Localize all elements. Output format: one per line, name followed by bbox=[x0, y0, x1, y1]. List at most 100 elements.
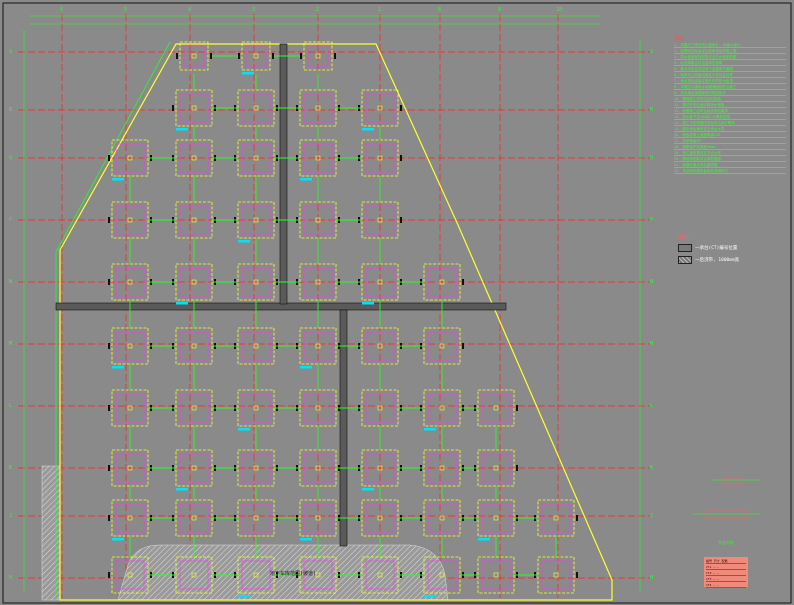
column-axis-label: 8 bbox=[438, 7, 442, 13]
footing-tick bbox=[334, 53, 336, 59]
footing-tick bbox=[576, 515, 578, 521]
footing-tick bbox=[516, 465, 518, 471]
footing-tag bbox=[362, 128, 374, 131]
solid-swatch-icon bbox=[678, 243, 692, 252]
detail-label: 节点大样 bbox=[718, 540, 734, 545]
footing-tag bbox=[424, 428, 436, 431]
row-axis-label-right: M bbox=[650, 341, 654, 347]
post-pour-strip-left bbox=[41, 465, 61, 601]
note-line: 11. 基坑开挖应做好降排水措施 bbox=[674, 103, 786, 108]
column-axis-label: 5 bbox=[124, 7, 128, 13]
table-row: CT2 — — bbox=[706, 571, 746, 576]
row-axis-label-right: L bbox=[650, 403, 654, 409]
footing-tick bbox=[400, 155, 402, 161]
footing-tag bbox=[362, 302, 374, 305]
footing-tag bbox=[238, 595, 250, 598]
footing-tick bbox=[238, 53, 240, 59]
footing-tick bbox=[300, 53, 302, 59]
footing-tick bbox=[400, 105, 402, 111]
footing-tick bbox=[462, 343, 464, 349]
row-axis-label: H bbox=[9, 575, 13, 581]
footing-tag bbox=[300, 366, 312, 369]
footing-tick bbox=[108, 343, 110, 349]
table-row: 编号 尺寸 配筋 bbox=[706, 559, 746, 564]
hatch-swatch-icon bbox=[678, 255, 692, 264]
note-line: 5. 集水坑定位详见地下室建筑平面图 bbox=[674, 67, 786, 72]
legend-item-post-pour: 一后浇带, 1800mm宽 bbox=[678, 255, 740, 264]
note-line: 3. 防水板厚度及配筋详见防水板配筋图 bbox=[674, 55, 786, 60]
footing-tag bbox=[478, 538, 490, 541]
footing-tick bbox=[108, 217, 110, 223]
general-notes: 说明: 1. 本图尺寸单位均以毫米计, 标高以米计 2. 柱基础顶标高详见各单体结… bbox=[674, 36, 786, 226]
row-axis-label-right: Q bbox=[650, 155, 654, 161]
footing-tick bbox=[400, 217, 402, 223]
row-axis-label: J bbox=[9, 513, 13, 519]
note-line: 14. 施工中如有疑问请及时与设计联系 bbox=[674, 121, 786, 126]
footing-tag bbox=[300, 178, 312, 181]
notes-title: 说明: bbox=[674, 36, 688, 42]
column-axis-label: 4 bbox=[188, 7, 192, 13]
row-axis-label: R bbox=[9, 107, 13, 113]
footing-tick bbox=[462, 279, 464, 285]
note-line: 20. 基础梁配筋详见梁配筋图 bbox=[674, 157, 786, 162]
footing-tag bbox=[362, 488, 374, 491]
footing-tick bbox=[172, 105, 174, 111]
note-line: 6. 地梁未注明者均居柱中或与柱边齐 bbox=[674, 73, 786, 78]
footing-tick bbox=[108, 405, 110, 411]
note-line: 16. 底板混凝土强度等级C35 bbox=[674, 133, 786, 138]
parking-zone-label: 地下车库范围(坡道) bbox=[270, 571, 317, 577]
pile-cap-table: 编号 尺寸 配筋 CT1 — — CT2 — — CT3 — — CT4 — — bbox=[704, 557, 748, 588]
footing-tick bbox=[108, 279, 110, 285]
footing-tag bbox=[238, 240, 250, 243]
row-axis-label: N bbox=[9, 279, 13, 285]
footing-tick bbox=[108, 155, 110, 161]
row-axis-label: Q bbox=[9, 155, 13, 161]
note-line: 21. 坡道处做法详见建筑图 bbox=[674, 163, 786, 168]
column-axis-label: 10 bbox=[556, 7, 563, 13]
note-line: 13. 防水板下设100厚C15素砼垫层 bbox=[674, 115, 786, 120]
footing-tick bbox=[108, 572, 110, 578]
footing-tick bbox=[108, 515, 110, 521]
footing-tick bbox=[272, 53, 274, 59]
footing-tag bbox=[176, 488, 188, 491]
footing-tick bbox=[210, 53, 212, 59]
table-row: CT1 — — bbox=[706, 565, 746, 570]
legend-label: 一承台(CT)编号位置 bbox=[695, 245, 738, 251]
footing-tag bbox=[242, 72, 254, 75]
legend-label: 一后浇带, 1800mm宽 bbox=[695, 257, 740, 263]
footing-tag bbox=[112, 538, 124, 541]
row-axis-label-right: R bbox=[650, 107, 654, 113]
table-row: CT4 — — bbox=[706, 583, 746, 588]
note-line: 7. 承台顶标高除注明外均同防水板顶 bbox=[674, 79, 786, 84]
footing-tag bbox=[300, 538, 312, 541]
corridor-wall-vertical-bottom bbox=[339, 309, 348, 547]
row-axis-label-right: K bbox=[650, 465, 654, 471]
column-axis-label: 1 bbox=[378, 7, 382, 13]
footing-tag bbox=[112, 178, 124, 181]
row-axis-label: S bbox=[9, 49, 13, 55]
footing-tick bbox=[516, 405, 518, 411]
footing-tick bbox=[176, 53, 178, 59]
column-axis-label: 3 bbox=[252, 7, 256, 13]
row-axis-label-right: N bbox=[650, 279, 654, 285]
note-line: 1. 本图尺寸单位均以毫米计, 标高以米计 bbox=[674, 43, 786, 48]
row-axis-label-right: S bbox=[650, 49, 654, 55]
column-axis-label: 2 bbox=[316, 7, 320, 13]
legend-title: 图例: bbox=[678, 235, 692, 241]
row-axis-label: K bbox=[9, 465, 13, 471]
footing-tick bbox=[576, 572, 578, 578]
note-line: 17. 抗渗等级P8 bbox=[674, 139, 786, 144]
note-line: 15. 图中承台编号详见承台大样 bbox=[674, 127, 786, 132]
note-line: 10. 基础施工完毕应及时回填 bbox=[674, 97, 786, 102]
row-axis-label-right: H bbox=[650, 575, 654, 581]
row-axis-label: M bbox=[9, 341, 13, 347]
legend-item-pile-cap: 一承台(CT)编号位置 bbox=[678, 243, 738, 252]
row-axis-label-right: P bbox=[650, 217, 654, 223]
row-axis-label-right: J bbox=[650, 513, 654, 519]
column-axis-label: 6 bbox=[60, 7, 64, 13]
note-line: 9. 未尽事宜按国家现行规范执行 bbox=[674, 91, 786, 96]
note-line: 18. 钢筋保护层厚度50mm bbox=[674, 145, 786, 150]
footing-tag bbox=[238, 428, 250, 431]
note-line: 8. 本图应与建筑水电暖通图纸配合施工 bbox=[674, 85, 786, 90]
note-line: 22. 本说明未提及者按总说明执行 bbox=[674, 169, 786, 174]
